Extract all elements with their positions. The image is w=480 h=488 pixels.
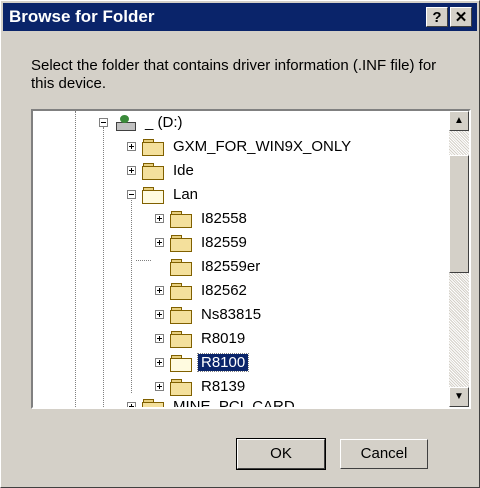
tree-item-label: Ns83815	[201, 305, 262, 323]
arrow-down-icon: ▼	[454, 391, 464, 402]
dialog-description: Select the folder that contains driver i…	[31, 57, 437, 92]
expand-toggle[interactable]	[155, 285, 164, 295]
expand-toggle[interactable]	[155, 381, 164, 391]
help-button[interactable]: ?	[426, 7, 448, 27]
expand-toggle[interactable]	[155, 309, 164, 319]
scroll-down-button[interactable]: ▼	[449, 387, 469, 407]
folder-icon	[170, 234, 192, 252]
vertical-scrollbar[interactable]: ▲ ▼	[449, 111, 469, 407]
collapse-toggle[interactable]	[127, 189, 136, 199]
folder-icon	[170, 282, 192, 300]
collapse-toggle[interactable]	[99, 117, 108, 127]
expand-toggle[interactable]	[127, 141, 136, 151]
tree-item-label: MINE_PCI_CARD	[173, 397, 295, 409]
tree-item-lan[interactable]: Lan	[127, 183, 201, 205]
dialog-title: Browse for Folder	[9, 7, 155, 26]
tree-item-mine-pci-card[interactable]: MINE_PCI_CARD	[127, 395, 298, 409]
folder-tree[interactable]: _ (D:) GXM_FOR_WIN9X_ONLY Ide Lan I82558	[31, 109, 471, 409]
close-button[interactable]: ✕	[450, 7, 472, 27]
title-bar[interactable]: Browse for Folder ? ✕	[3, 3, 477, 31]
scroll-up-button[interactable]: ▲	[449, 111, 469, 131]
tree-guide-line	[75, 111, 76, 407]
tree-item-drive-d[interactable]: _ (D:)	[99, 111, 186, 133]
tree-item-r8139[interactable]: R8139	[155, 375, 248, 397]
tree-guide-line	[103, 127, 104, 407]
tree-guide-line	[136, 260, 151, 261]
tree-item-gxm-for-win9x-only[interactable]: GXM_FOR_WIN9X_ONLY	[127, 135, 354, 157]
folder-icon	[170, 306, 192, 324]
expand-toggle[interactable]	[155, 357, 164, 367]
ok-button[interactable]: OK	[236, 438, 326, 470]
tree-item-label: Ide	[173, 161, 194, 179]
tree-item-label: R8139	[201, 377, 246, 395]
tree-item-label: I82558	[201, 209, 247, 227]
drive-icon	[114, 114, 136, 131]
tree-item-label-selected: R8100	[196, 352, 250, 372]
tree-item-ide[interactable]: Ide	[127, 159, 197, 181]
tree-item-i82559[interactable]: I82559	[155, 231, 250, 253]
tree-item-i82559er[interactable]: I82559er	[155, 255, 263, 277]
tree-item-ns83815[interactable]: Ns83815	[155, 303, 264, 325]
expand-toggle[interactable]	[155, 237, 164, 247]
folder-icon	[142, 138, 164, 156]
tree-item-i82562[interactable]: I82562	[155, 279, 250, 301]
tree-item-r8019[interactable]: R8019	[155, 327, 248, 349]
tree-item-label: GXM_FOR_WIN9X_ONLY	[173, 137, 352, 155]
folder-icon	[142, 398, 164, 407]
folder-icon	[142, 162, 164, 180]
browse-for-folder-dialog: Browse for Folder ? ✕ Select the folder …	[0, 0, 480, 488]
expand-toggle[interactable]	[127, 401, 136, 407]
close-icon: ✕	[454, 9, 468, 26]
folder-icon	[170, 378, 192, 396]
expand-toggle[interactable]	[127, 165, 136, 175]
tree-guide-line	[131, 197, 132, 393]
expand-toggle[interactable]	[155, 333, 164, 343]
tree-item-i82558[interactable]: I82558	[155, 207, 250, 229]
tree-item-label: I82559er	[201, 257, 261, 275]
scroll-thumb[interactable]	[449, 155, 469, 273]
tree-item-label: I82559	[201, 233, 247, 251]
arrow-up-icon: ▲	[454, 115, 464, 126]
tree-view[interactable]: _ (D:) GXM_FOR_WIN9X_ONLY Ide Lan I82558	[33, 111, 449, 407]
tree-item-label: I82562	[201, 281, 247, 299]
folder-icon	[170, 210, 192, 228]
tree-item-label: R8019	[201, 329, 246, 347]
tree-item-label: _ (D:)	[145, 113, 183, 131]
cancel-button[interactable]: Cancel	[340, 439, 428, 469]
folder-open-icon	[170, 354, 192, 372]
folder-icon	[170, 330, 192, 348]
expand-toggle[interactable]	[155, 213, 164, 223]
folder-open-icon	[142, 186, 164, 204]
tree-item-r8100[interactable]: R8100	[155, 351, 250, 373]
folder-icon	[170, 258, 192, 276]
tree-item-label: Lan	[173, 185, 199, 203]
help-icon: ?	[432, 9, 442, 26]
